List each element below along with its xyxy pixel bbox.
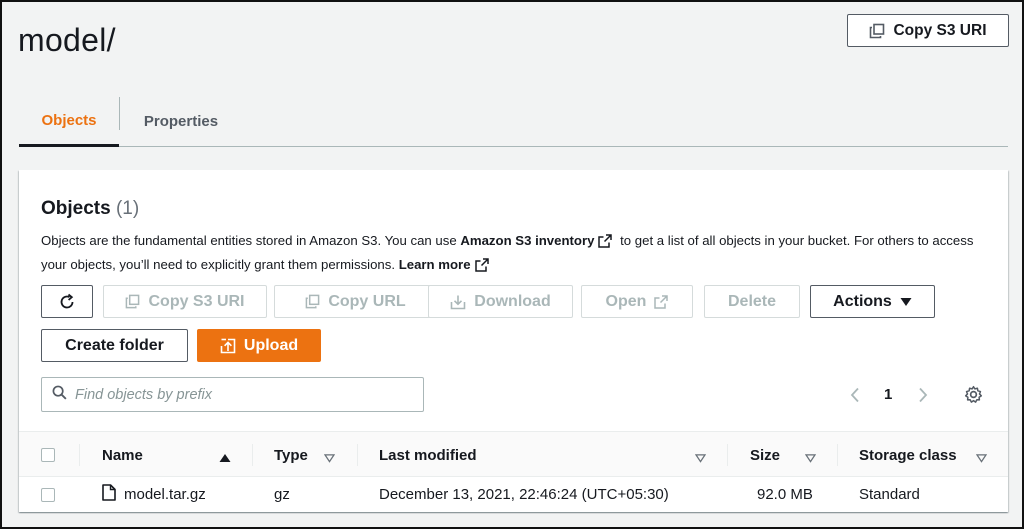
column-divider bbox=[837, 444, 838, 466]
objects-panel: Objects (1) Objects are the fundamental … bbox=[19, 170, 1008, 512]
download-label: Download bbox=[474, 292, 551, 310]
cell-storage-class: Standard bbox=[859, 486, 920, 503]
copy-icon bbox=[869, 23, 885, 39]
column-divider bbox=[727, 444, 728, 466]
sort-ascending-icon[interactable] bbox=[219, 450, 231, 468]
column-storage-class-label: Storage class bbox=[859, 446, 957, 464]
column-header-type[interactable]: Type bbox=[274, 432, 308, 478]
external-link-icon bbox=[654, 294, 669, 309]
column-header-storage-class[interactable]: Storage class bbox=[859, 432, 957, 478]
row-checkbox[interactable] bbox=[41, 477, 55, 512]
copy-url-button[interactable]: Copy URL bbox=[274, 285, 437, 318]
upload-label: Upload bbox=[243, 336, 299, 354]
open-label: Open bbox=[605, 292, 647, 310]
copy-s3-uri-button[interactable]: Copy S3 URI bbox=[103, 285, 267, 318]
delete-label: Delete bbox=[727, 292, 777, 310]
chevron-right-icon[interactable] bbox=[917, 387, 929, 408]
sort-icon[interactable] bbox=[323, 450, 336, 468]
objects-count: (1) bbox=[115, 198, 140, 219]
open-button[interactable]: Open bbox=[581, 285, 693, 318]
checkbox-box bbox=[41, 487, 55, 502]
description-text-1: Objects are the fundamental entities sto… bbox=[41, 233, 461, 248]
column-divider bbox=[357, 444, 358, 466]
refresh-button[interactable] bbox=[41, 285, 93, 318]
download-button[interactable]: Download bbox=[428, 285, 573, 318]
search-box bbox=[41, 377, 424, 412]
page-number[interactable]: 1 bbox=[884, 386, 892, 403]
column-header-name[interactable]: Name bbox=[102, 432, 143, 478]
copy-s3-uri-label: Copy S3 URI bbox=[148, 292, 245, 310]
column-name-label: Name bbox=[102, 446, 143, 464]
table-header: Name Type Last modified Size Storage cla… bbox=[19, 431, 1008, 477]
copy-icon bbox=[125, 294, 140, 309]
external-link-icon bbox=[598, 233, 613, 254]
amazon-s3-inventory-link[interactable]: Amazon S3 inventory bbox=[460, 233, 594, 248]
objects-description: Objects are the fundamental entities sto… bbox=[41, 230, 991, 278]
object-name-link[interactable]: model.tar.gz bbox=[124, 486, 206, 503]
create-folder-button[interactable]: Create folder bbox=[41, 329, 188, 362]
app-frame: model/ Copy S3 URI Objects Properties Ob… bbox=[0, 0, 1024, 529]
cell-last-modified: December 13, 2021, 22:46:24 (UTC+05:30) bbox=[379, 486, 669, 503]
search-icon bbox=[52, 385, 67, 405]
copy-icon bbox=[305, 294, 320, 309]
column-divider bbox=[79, 444, 80, 466]
settings-icon[interactable] bbox=[964, 385, 983, 409]
actions-dropdown[interactable]: Actions bbox=[810, 285, 935, 318]
file-icon bbox=[102, 484, 116, 505]
objects-title-text: Objects bbox=[41, 198, 111, 219]
delete-button[interactable]: Delete bbox=[704, 285, 800, 318]
copy-s3-uri-header-button[interactable]: Copy S3 URI bbox=[847, 14, 1009, 47]
table-row: model.tar.gz gz December 13, 2021, 22:46… bbox=[19, 477, 1008, 512]
copy-url-label: Copy URL bbox=[328, 292, 406, 310]
download-icon bbox=[450, 294, 466, 310]
cell-name: model.tar.gz bbox=[102, 477, 206, 512]
objects-panel-title: Objects (1) bbox=[41, 198, 139, 220]
sort-icon[interactable] bbox=[804, 450, 817, 468]
page-title: model/ bbox=[18, 22, 116, 58]
external-link-icon bbox=[474, 257, 489, 278]
column-size-label: Size bbox=[750, 446, 781, 464]
checkbox-box bbox=[41, 448, 55, 462]
cell-type: gz bbox=[274, 486, 290, 503]
tab-properties[interactable]: Properties bbox=[120, 97, 242, 146]
column-type-label: Type bbox=[274, 446, 308, 464]
tab-objects[interactable]: Objects bbox=[19, 97, 119, 147]
upload-button[interactable]: Upload bbox=[197, 329, 321, 362]
cell-size: 92.0 MB bbox=[757, 486, 813, 503]
column-last-modified-label: Last modified bbox=[379, 446, 477, 464]
select-all-checkbox[interactable] bbox=[41, 432, 55, 478]
tab-objects-label: Objects bbox=[41, 112, 97, 129]
copy-s3-uri-header-label: Copy S3 URI bbox=[893, 21, 987, 39]
column-header-last-modified[interactable]: Last modified bbox=[379, 432, 477, 478]
search-input[interactable] bbox=[75, 386, 405, 403]
caret-down-icon bbox=[900, 297, 912, 307]
create-folder-label: Create folder bbox=[65, 336, 164, 354]
column-divider bbox=[252, 444, 253, 466]
refresh-icon bbox=[58, 293, 76, 311]
chevron-left-icon[interactable] bbox=[849, 387, 861, 408]
column-header-size[interactable]: Size bbox=[750, 432, 780, 478]
sort-icon[interactable] bbox=[975, 450, 988, 468]
tab-properties-label: Properties bbox=[143, 113, 219, 130]
tab-bar: Objects Properties bbox=[19, 97, 1008, 147]
actions-label: Actions bbox=[833, 292, 892, 310]
sort-icon[interactable] bbox=[694, 450, 707, 468]
learn-more-link[interactable]: Learn more bbox=[399, 257, 471, 272]
upload-icon bbox=[220, 338, 236, 354]
